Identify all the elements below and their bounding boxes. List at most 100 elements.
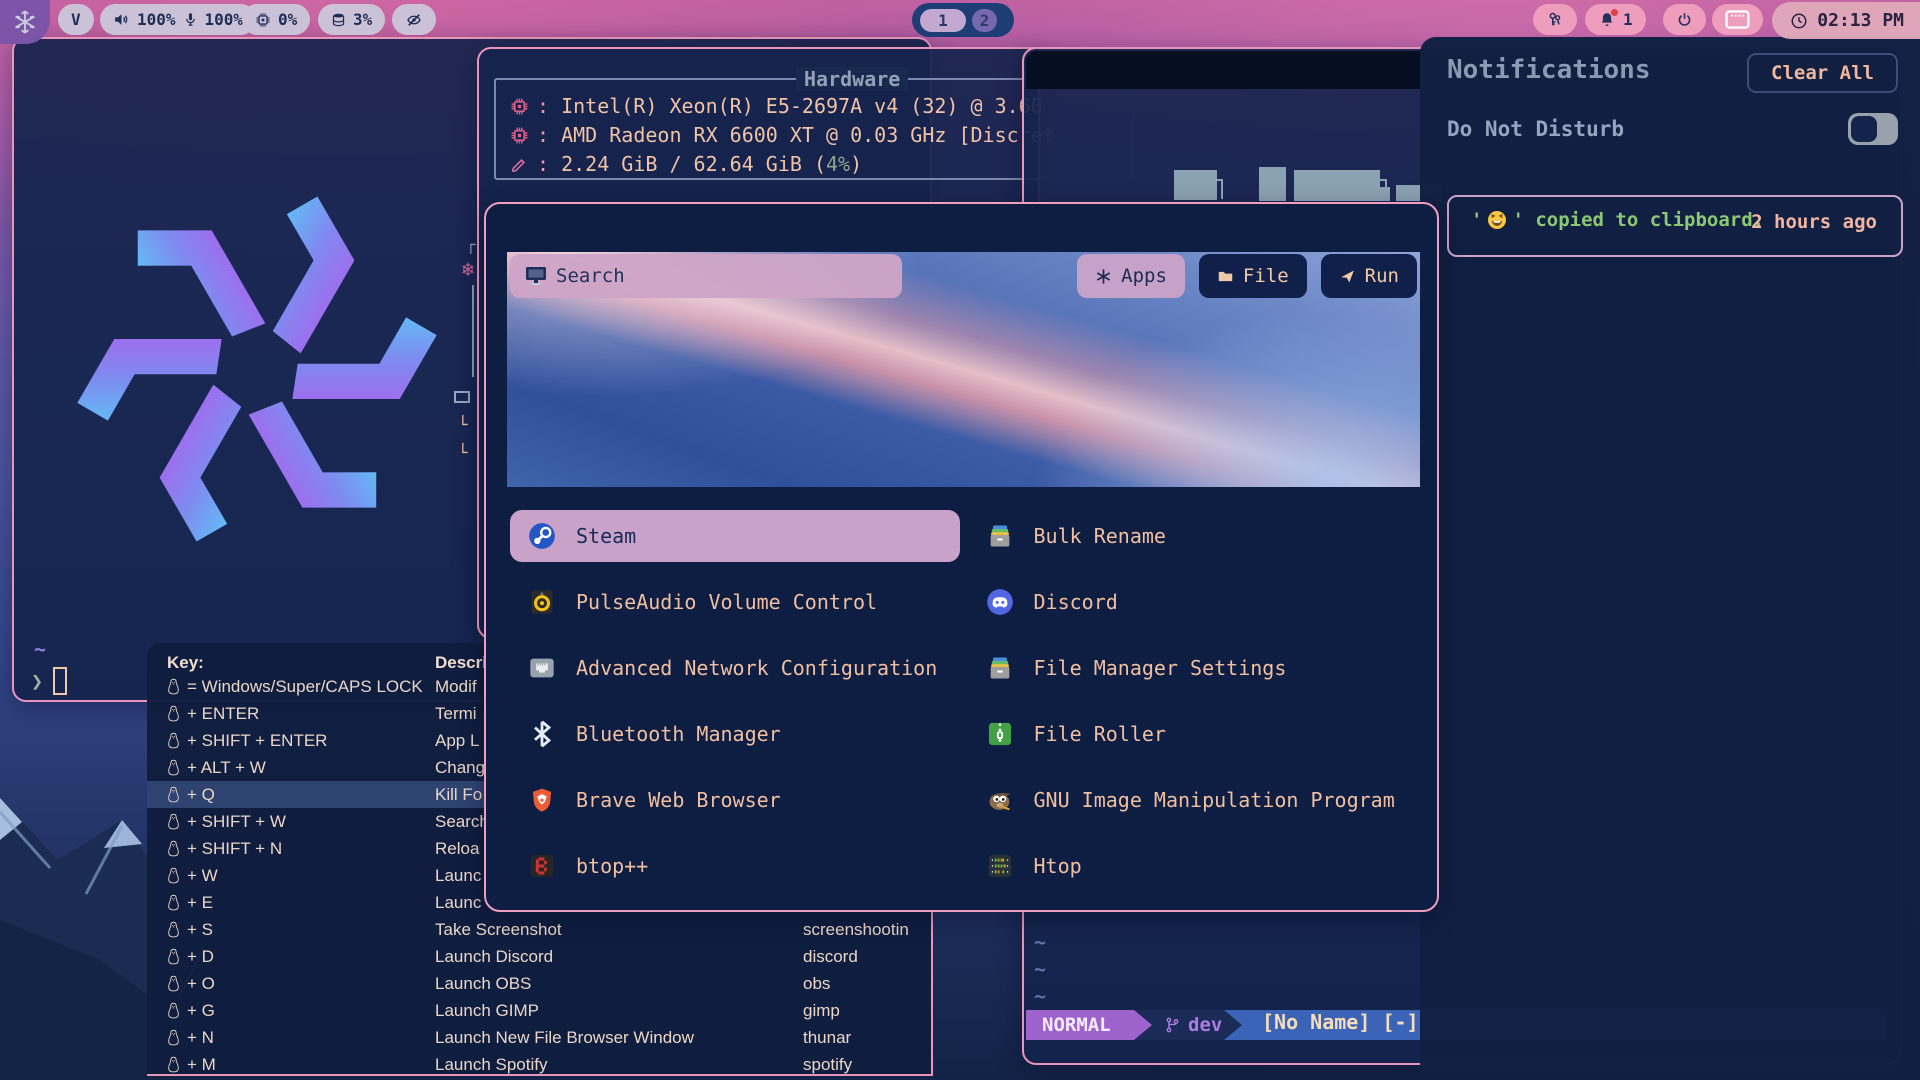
top-bar: V 100% 100% 0% 3% 1 2 1 02:13 PM bbox=[0, 0, 1920, 40]
app-item-btop[interactable]: btop++ bbox=[510, 840, 960, 892]
keybind-key: + M bbox=[167, 1055, 216, 1075]
memory-widget[interactable]: 3% bbox=[318, 4, 385, 35]
clear-all-button[interactable]: Clear All bbox=[1747, 53, 1898, 93]
vim-file-indicator: [No Name] [-] bbox=[1262, 1010, 1419, 1040]
tab-file[interactable]: File bbox=[1199, 254, 1307, 298]
gimp-icon bbox=[986, 786, 1014, 814]
workspace-1[interactable]: 1 bbox=[920, 9, 966, 32]
keybind-command: screenshootin bbox=[803, 920, 909, 940]
fastfetch-fragment: └ bbox=[458, 415, 468, 434]
nix-snowflake-icon bbox=[12, 9, 38, 35]
app-launcher-window[interactable]: Apps File Run Steam PulseAudio Volume Co… bbox=[484, 202, 1439, 912]
audio-widget[interactable]: 100% 100% bbox=[100, 4, 256, 35]
keybind-key: + S bbox=[167, 920, 213, 940]
app-item-discord[interactable]: Discord bbox=[968, 576, 1418, 628]
pulseaudio-icon bbox=[528, 588, 556, 616]
pixel-art-block bbox=[1259, 167, 1286, 201]
discord-icon bbox=[986, 588, 1014, 616]
keybind-description: Chang bbox=[435, 758, 485, 778]
keybind-row: + MLaunch Spotifyspotify bbox=[147, 1051, 931, 1078]
app-item-steam[interactable]: Steam bbox=[510, 510, 960, 562]
notifications-panel: Notifications Clear All Do Not Disturb '… bbox=[1420, 37, 1920, 1080]
file-cabinet-icon bbox=[986, 522, 1014, 550]
dnd-toggle-knob bbox=[1851, 116, 1877, 142]
vim-mode-indicator: NORMAL bbox=[1026, 1010, 1134, 1040]
eye-slash-icon bbox=[405, 11, 423, 29]
speaker-icon bbox=[113, 11, 130, 28]
keyboard-layout-widget[interactable]: V bbox=[58, 4, 94, 35]
super-key-icon bbox=[167, 948, 180, 965]
tab-apps[interactable]: Apps bbox=[1077, 254, 1185, 298]
keybind-description: Search bbox=[435, 812, 489, 832]
empty-line-tilde: ~ bbox=[1034, 957, 1046, 981]
super-key-icon bbox=[167, 732, 180, 749]
hardware-box-title: Hardware bbox=[796, 67, 908, 91]
app-item-bulk-rename[interactable]: Bulk Rename bbox=[968, 510, 1418, 562]
shell-prompt: ❯ bbox=[31, 669, 43, 693]
notifications-title: Notifications bbox=[1447, 55, 1651, 85]
keybind-description: Launch Spotify bbox=[435, 1055, 547, 1075]
workspace-2[interactable]: 2 bbox=[972, 9, 997, 32]
btop-icon bbox=[528, 852, 556, 880]
power-widget[interactable] bbox=[1663, 4, 1706, 35]
microphone-icon bbox=[183, 11, 198, 28]
file-roller-icon bbox=[986, 720, 1014, 748]
app-item-network[interactable]: Advanced Network Configuration bbox=[510, 642, 960, 694]
laughing-emoji-icon bbox=[1487, 210, 1507, 230]
search-input[interactable] bbox=[510, 254, 902, 298]
fastfetch-fragment-line bbox=[472, 285, 474, 377]
app-item-gimp[interactable]: GNU Image Manipulation Program bbox=[968, 774, 1418, 826]
idle-inhibitor-widget[interactable] bbox=[392, 4, 436, 35]
keybind-key: + W bbox=[167, 866, 218, 886]
keybind-key: + SHIFT + W bbox=[167, 812, 286, 832]
app-item-bluetooth[interactable]: Bluetooth Manager bbox=[510, 708, 960, 760]
hardware-cpu-line: : Intel(R) Xeon(R) E5-2697A v4 (32) @ 3.… bbox=[537, 96, 1043, 116]
tray-widget[interactable] bbox=[1712, 4, 1763, 35]
keybind-description: Launc bbox=[435, 866, 481, 886]
git-branch-name: dev bbox=[1188, 1014, 1222, 1036]
app-item-brave[interactable]: Brave Web Browser bbox=[510, 774, 960, 826]
clock-widget[interactable]: 02:13 PM bbox=[1772, 2, 1920, 39]
app-item-file-manager-settings[interactable]: File Manager Settings bbox=[968, 642, 1418, 694]
keybind-command: discord bbox=[803, 947, 858, 967]
pencil-icon bbox=[510, 155, 529, 174]
keybind-row: + STake Screenshotscreenshootin bbox=[147, 916, 931, 943]
dnd-label: Do Not Disturb bbox=[1447, 117, 1624, 141]
keybind-key: + G bbox=[167, 1001, 215, 1021]
terminal-cursor[interactable] bbox=[53, 667, 67, 695]
app-item-htop[interactable]: Htop bbox=[968, 840, 1418, 892]
snowflake-icon bbox=[1095, 268, 1112, 285]
keybind-description: Launch Discord bbox=[435, 947, 553, 967]
dnd-toggle[interactable] bbox=[1848, 113, 1898, 145]
cpu-widget[interactable]: 0% bbox=[242, 4, 310, 35]
keys-icon bbox=[1546, 11, 1564, 29]
keyring-widget[interactable] bbox=[1533, 4, 1577, 35]
empty-line-tilde: ~ bbox=[34, 637, 46, 661]
search-bar[interactable] bbox=[510, 254, 902, 298]
app-item-file-roller[interactable]: File Roller bbox=[968, 708, 1418, 760]
empty-line-tilde: ~ bbox=[1034, 984, 1046, 1008]
nix-menu-button[interactable] bbox=[0, 0, 50, 44]
super-key-icon bbox=[167, 678, 180, 695]
htop-icon bbox=[986, 852, 1014, 880]
notification-card[interactable]: '' copied to clipboard. 2 hours ago bbox=[1447, 195, 1903, 257]
workspaces-widget: 1 2 bbox=[912, 3, 1014, 37]
app-item-pulseaudio[interactable]: PulseAudio Volume Control bbox=[510, 576, 960, 628]
keybind-key: + D bbox=[167, 947, 214, 967]
super-key-icon bbox=[167, 1029, 180, 1046]
keybind-row: + GLaunch GIMPgimp bbox=[147, 997, 931, 1024]
clock-icon bbox=[1790, 12, 1808, 30]
keybind-description: Launch OBS bbox=[435, 974, 531, 994]
super-key-icon bbox=[167, 894, 180, 911]
notification-message: '' copied to clipboard. bbox=[1471, 209, 1764, 231]
keybind-command: gimp bbox=[803, 1001, 840, 1021]
super-key-icon bbox=[167, 813, 180, 830]
tab-run[interactable]: Run bbox=[1321, 254, 1417, 298]
notifications-widget[interactable]: 1 bbox=[1585, 4, 1646, 35]
keybind-key: + ALT + W bbox=[167, 758, 266, 778]
file-cabinet-icon bbox=[986, 654, 1014, 682]
notification-timestamp: 2 hours ago bbox=[1751, 211, 1877, 233]
gpu-icon bbox=[510, 126, 529, 145]
keybind-key: + N bbox=[167, 1028, 214, 1048]
statusline-branch-segment: NORMAL dev bbox=[1026, 1010, 1224, 1040]
